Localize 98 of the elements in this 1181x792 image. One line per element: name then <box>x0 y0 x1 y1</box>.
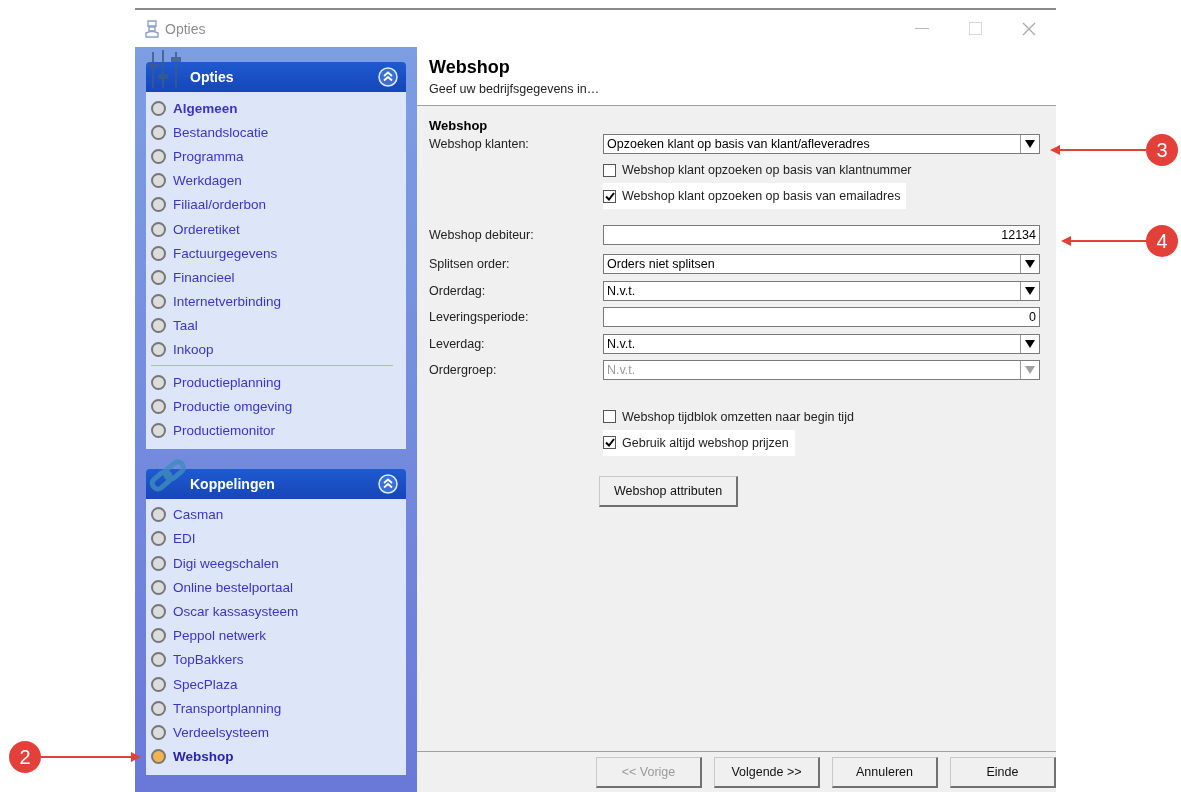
callout-badge: 3 <box>1146 134 1178 166</box>
sidebar-link[interactable]: Internetverbinding <box>173 294 282 310</box>
radio-button[interactable] <box>151 531 166 547</box>
wizard-button[interactable]: Volgende >> <box>714 756 820 788</box>
sidebar-link[interactable]: Algemeen <box>173 100 238 116</box>
radio-button[interactable] <box>151 294 166 310</box>
sidebar-link[interactable]: Werkdagen <box>173 173 242 189</box>
window-title: Opties <box>165 20 206 37</box>
input-field[interactable]: 12134 <box>603 225 1040 245</box>
sidebar-link[interactable]: Programma <box>173 148 244 164</box>
checkbox-label: Webshop klant opzoeken op basis van emailadres <box>622 189 901 203</box>
radio-button[interactable] <box>151 628 166 644</box>
dropdown-arrow-icon <box>1025 286 1035 295</box>
radio-button[interactable] <box>151 507 166 523</box>
sidebar-link[interactable]: Oscar kassasysteem <box>173 603 299 619</box>
group-header[interactable]: Koppelingen <box>146 468 406 499</box>
checkbox[interactable] <box>603 163 616 177</box>
wizard-button[interactable]: Annuleren <box>832 756 938 788</box>
radio-button[interactable] <box>151 245 166 261</box>
close-icon[interactable] <box>1022 21 1036 36</box>
radio-button[interactable] <box>151 724 166 740</box>
minimize-icon[interactable] <box>915 27 929 30</box>
radio-button[interactable] <box>151 676 166 692</box>
collapse-icon[interactable] <box>378 473 398 494</box>
collapse-icon[interactable] <box>378 67 398 87</box>
sidebar-link[interactable]: Productie omgeving <box>173 398 293 414</box>
radio-button[interactable] <box>151 423 166 439</box>
callout-badge: 2 <box>9 741 41 773</box>
checkmark-icon <box>604 191 615 201</box>
sidebar-link[interactable]: Casman <box>173 507 224 523</box>
page-subtitle: Geef uw bedrijfsgegevens in… <box>429 82 601 96</box>
wizard-button[interactable]: Einde <box>950 756 1056 788</box>
sidebar-link[interactable]: SpecPlaza <box>173 676 238 692</box>
dropdown-arrow-icon <box>1025 140 1035 148</box>
page-title: Webshop <box>429 57 511 78</box>
radio-button[interactable] <box>151 700 166 716</box>
radio-button[interactable] <box>151 398 166 414</box>
radio-button[interactable] <box>151 269 166 285</box>
checkbox-label: Gebruik altijd webshop prijzen <box>622 435 789 450</box>
callout-badge: 4 <box>1146 225 1178 257</box>
dropdown-arrow-icon <box>1025 366 1035 375</box>
radio-button[interactable] <box>151 100 166 116</box>
sidebar-link[interactable]: Webshop <box>173 749 234 765</box>
dropdown[interactable]: N.v.t. <box>603 333 1040 354</box>
dropdown-arrow-icon <box>1025 339 1035 348</box>
sidebar-link[interactable]: Online bestelportaal <box>173 579 294 595</box>
checkbox-label: Webshop klant opzoeken op basis van klantnummer <box>622 163 912 177</box>
checkbox-label: Webshop tijdblok omzetten naar begin tijd <box>622 409 854 424</box>
sidebar-link[interactable]: Digi weegschalen <box>173 555 279 571</box>
field-label: Leveringsperiode: <box>429 310 530 325</box>
group-header[interactable]: Opties <box>146 62 406 92</box>
group-title: Opties <box>190 69 234 85</box>
app-icon <box>145 19 159 38</box>
radio-button[interactable] <box>151 603 166 619</box>
radio-button[interactable] <box>151 124 166 140</box>
dropdown[interactable]: N.v.t. <box>603 280 1040 301</box>
dropdown[interactable]: Orders niet splitsen <box>603 254 1040 275</box>
sidebar-link[interactable]: EDI <box>173 531 196 547</box>
sidebar-link[interactable]: Financieel <box>173 269 235 285</box>
checkbox[interactable] <box>603 410 616 423</box>
field-label: Ordergroep: <box>429 363 498 378</box>
field-label: Splitsen order: <box>429 257 511 272</box>
field-label: Webshop debiteur: <box>429 228 535 242</box>
radio-button[interactable] <box>151 555 166 571</box>
sidebar-link[interactable]: Inkoop <box>173 342 214 358</box>
sidebar-link[interactable]: Taal <box>173 318 198 334</box>
radio-button[interactable] <box>151 173 166 189</box>
dropdown[interactable]: Opzoeken klant op basis van klant/afleveradres <box>603 134 1040 154</box>
sidebar-link[interactable]: Peppol netwerk <box>173 628 267 644</box>
dropdown-arrow-icon <box>1025 260 1035 269</box>
radio-button[interactable] <box>151 318 166 334</box>
input-field[interactable]: 0 <box>603 307 1040 328</box>
sidebar-link[interactable]: TopBakkers <box>173 652 244 668</box>
section-title: Webshop <box>429 118 489 133</box>
group-title: Koppelingen <box>190 475 275 492</box>
checkbox[interactable] <box>603 189 616 203</box>
radio-button[interactable] <box>151 652 166 668</box>
radio-button[interactable] <box>151 749 166 765</box>
checkmark-icon <box>604 438 615 447</box>
sidebar-link[interactable]: Productiemonitor <box>173 423 276 439</box>
attributes-button[interactable]: Webshop attributen <box>599 475 738 507</box>
sidebar-link[interactable]: Filiaal/orderbon <box>173 197 267 213</box>
sidebar-link[interactable]: Orderetiket <box>173 221 240 237</box>
checkbox[interactable] <box>603 436 616 449</box>
field-label: Leverdag: <box>429 336 486 351</box>
radio-button[interactable] <box>151 579 166 595</box>
radio-button[interactable] <box>151 221 166 237</box>
radio-button[interactable] <box>151 342 166 358</box>
radio-button[interactable] <box>151 148 166 164</box>
radio-button[interactable] <box>151 197 166 213</box>
sidebar-link[interactable]: Factuurgegevens <box>173 245 278 261</box>
radio-button[interactable] <box>151 374 166 390</box>
field-label: Webshop klanten: <box>429 137 530 151</box>
sidebar-link[interactable]: Transportplanning <box>173 700 282 716</box>
field-label: Orderdag: <box>429 283 487 298</box>
sidebar-link[interactable]: Verdeelsysteem <box>173 724 270 740</box>
sidebar-link[interactable]: Bestandslocatie <box>173 124 269 140</box>
sidebar-link[interactable]: Productieplanning <box>173 374 282 390</box>
